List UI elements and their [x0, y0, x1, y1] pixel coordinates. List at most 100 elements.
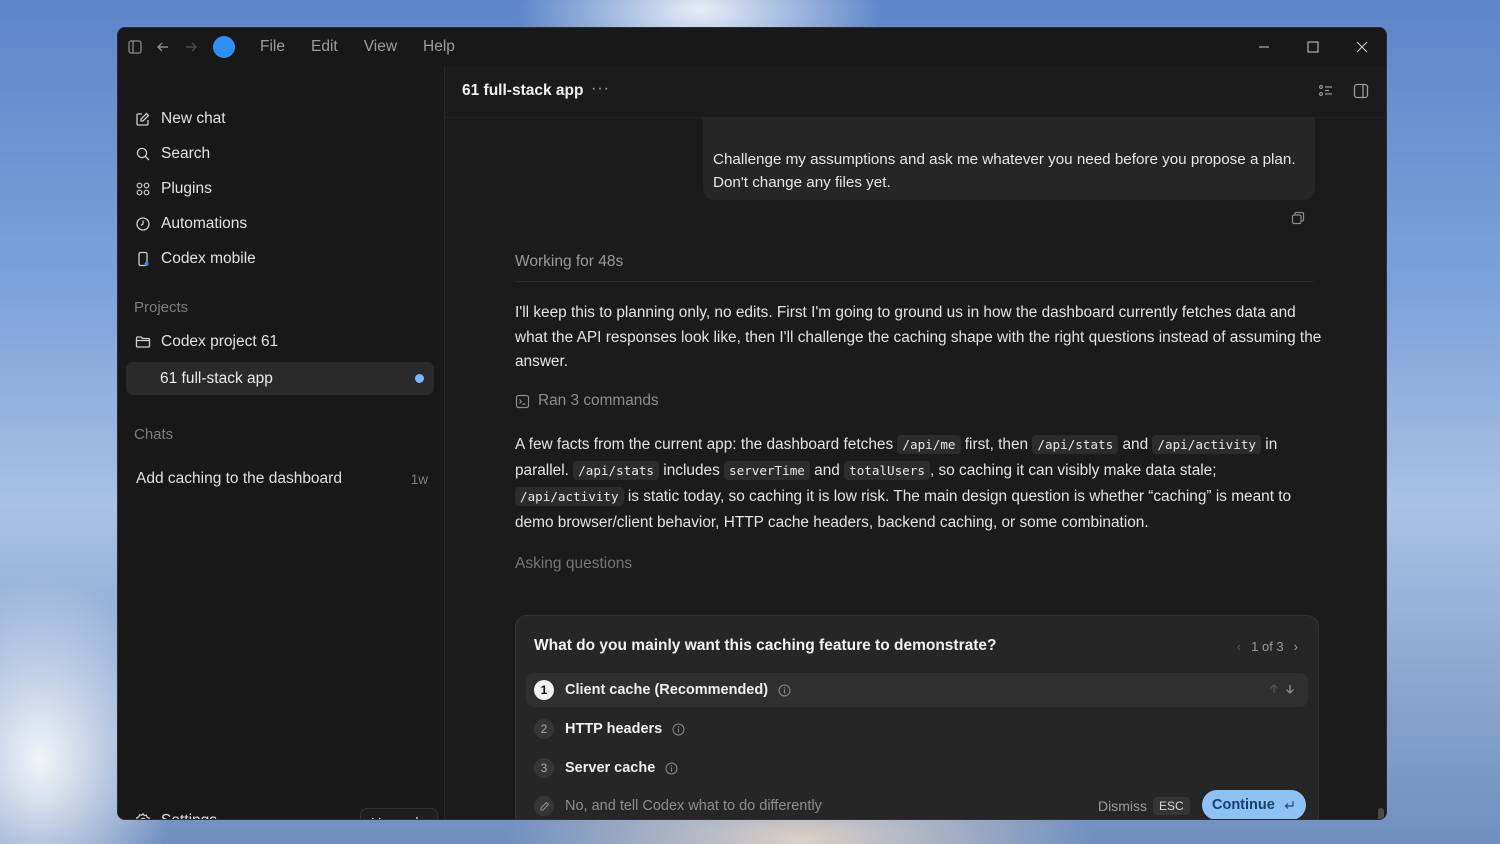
settings-button[interactable]: Settings [134, 812, 217, 819]
sidebar-item-search[interactable]: Search [134, 139, 210, 169]
reorder-arrows [1268, 682, 1296, 700]
maximize-icon[interactable] [1288, 28, 1337, 66]
back-arrow-icon[interactable] [149, 33, 177, 61]
text-span: , so caching it can visibly make data st… [929, 462, 1217, 479]
chat-age: 1w [410, 472, 428, 487]
sidebar-item-project[interactable]: Codex project 61 [134, 327, 278, 357]
working-status[interactable]: Working for 48s [515, 253, 623, 271]
minimize-icon[interactable] [1239, 28, 1288, 66]
menu-help[interactable]: Help [410, 38, 468, 56]
inline-code: /api/activity [1152, 435, 1261, 454]
user-message-text: Challenge my assumptions and ask me what… [713, 151, 1296, 191]
grid-icon [134, 180, 152, 198]
chevron-left-icon[interactable]: ‹ [1237, 639, 1241, 654]
option-http-headers[interactable]: 2 HTTP headers [526, 712, 1308, 746]
more-options-icon[interactable]: ··· [591, 80, 610, 98]
inline-code: /api/stats [573, 461, 660, 480]
settings-label: Settings [161, 812, 217, 819]
window-controls [1239, 28, 1386, 66]
panel-toggle-icon[interactable] [1352, 82, 1370, 100]
upgrade-button[interactable]: Upgrade [360, 808, 438, 819]
dismiss-label: Dismiss [1098, 798, 1147, 814]
chat-label: Add caching to the dashboard [136, 470, 342, 487]
text-span: and [809, 462, 845, 479]
arrow-down-icon[interactable] [1284, 682, 1296, 700]
inline-code: totalUsers [844, 461, 930, 480]
sidebar-item-label: Search [161, 145, 211, 162]
option-label: Server cache [565, 760, 656, 776]
conversation-header: 61 full-stack app ··· [445, 66, 1386, 118]
sidebar-item-label: New chat [161, 110, 226, 127]
dismiss-button[interactable]: Dismiss ESC [1098, 797, 1190, 815]
menu-edit[interactable]: Edit [298, 38, 351, 56]
enter-key-icon [1283, 799, 1295, 811]
sidebar-item-active-thread[interactable]: 61 full-stack app [126, 362, 434, 395]
scrollbar-thumb[interactable] [1378, 808, 1384, 819]
esc-key-hint: ESC [1153, 797, 1190, 815]
pager-label: 1 of 3 [1251, 639, 1284, 654]
custom-answer-input[interactable]: No, and tell Codex what to do differentl… [534, 796, 822, 816]
sidebar-item-plugins[interactable]: Plugins [134, 174, 212, 204]
inline-code: /api/stats [1032, 435, 1119, 454]
option-number: 3 [534, 758, 554, 778]
inline-code: /api/activity [515, 487, 624, 506]
pencil-icon [534, 796, 554, 816]
clock-icon [134, 215, 152, 233]
text-span: and [1118, 436, 1153, 453]
info-icon[interactable] [665, 762, 678, 775]
phone-icon [134, 250, 152, 268]
sidebar-item-new-chat[interactable]: New chat [134, 104, 226, 134]
arrow-up-icon[interactable] [1268, 682, 1280, 700]
terminal-icon [515, 394, 530, 409]
ran-commands-toggle[interactable]: Ran 3 commands [515, 392, 659, 410]
continue-label: Continue [1212, 797, 1275, 813]
unread-dot [415, 374, 424, 383]
info-icon[interactable] [778, 684, 791, 697]
forward-arrow-icon[interactable] [177, 33, 205, 61]
info-icon[interactable] [672, 723, 685, 736]
menu-file[interactable]: File [247, 38, 298, 56]
copy-icon[interactable] [1291, 211, 1305, 225]
sidebar-item-label: Plugins [161, 180, 212, 197]
divider [515, 281, 1313, 282]
sidebar-toggle-icon[interactable] [121, 33, 149, 61]
option-number: 1 [534, 680, 554, 700]
scrollbar[interactable] [1378, 150, 1384, 819]
text-span: first, then [960, 436, 1033, 453]
list-icon[interactable] [1317, 82, 1335, 100]
continue-button[interactable]: Continue [1202, 790, 1306, 819]
inline-code: serverTime [724, 461, 810, 480]
chats-heading: Chats [134, 426, 174, 443]
assistant-facts: A few facts from the current app: the da… [515, 432, 1323, 536]
option-client-cache[interactable]: 1 Client cache (Recommended) [526, 673, 1308, 707]
assistant-message: I'll keep this to planning only, no edit… [515, 304, 1322, 370]
edit-icon [134, 110, 152, 128]
chevron-right-icon[interactable]: › [1294, 639, 1298, 654]
question-pager: ‹ 1 of 3 › [1237, 639, 1298, 654]
sidebar: New chat Search Plugins Automations Code… [118, 66, 443, 819]
page-title: 61 full-stack app [462, 82, 584, 99]
inline-code: /api/me [897, 435, 961, 454]
option-label: HTTP headers [565, 721, 663, 737]
option-server-cache[interactable]: 3 Server cache [526, 751, 1308, 785]
search-icon [134, 145, 152, 163]
sidebar-item-codex-mobile[interactable]: Codex mobile [134, 244, 256, 274]
app-logo [213, 36, 235, 58]
projects-heading: Projects [134, 299, 189, 316]
title-bar: File Edit View Help [118, 28, 1386, 66]
gear-icon [134, 812, 152, 819]
sidebar-chat-item[interactable]: Add caching to the dashboard 1w [136, 470, 428, 496]
user-message: Challenge my assumptions and ask me what… [703, 117, 1315, 200]
sidebar-item-label: Codex mobile [161, 250, 256, 267]
text-span: is static today, so caching it is low ri… [515, 488, 1292, 531]
close-icon[interactable] [1337, 28, 1386, 66]
sidebar-item-automations[interactable]: Automations [134, 209, 247, 239]
menu-view[interactable]: View [351, 38, 410, 56]
sidebar-item-label: Codex project 61 [161, 333, 279, 350]
option-number: 2 [534, 719, 554, 739]
text-span: A few facts from the current app: the da… [515, 436, 898, 453]
menu-bar: File Edit View Help [247, 38, 468, 56]
question-title: What do you mainly want this caching fea… [534, 637, 997, 654]
app-window: File Edit View Help New chat Search Plug… [117, 27, 1387, 820]
custom-answer-placeholder: No, and tell Codex what to do differentl… [565, 798, 822, 814]
